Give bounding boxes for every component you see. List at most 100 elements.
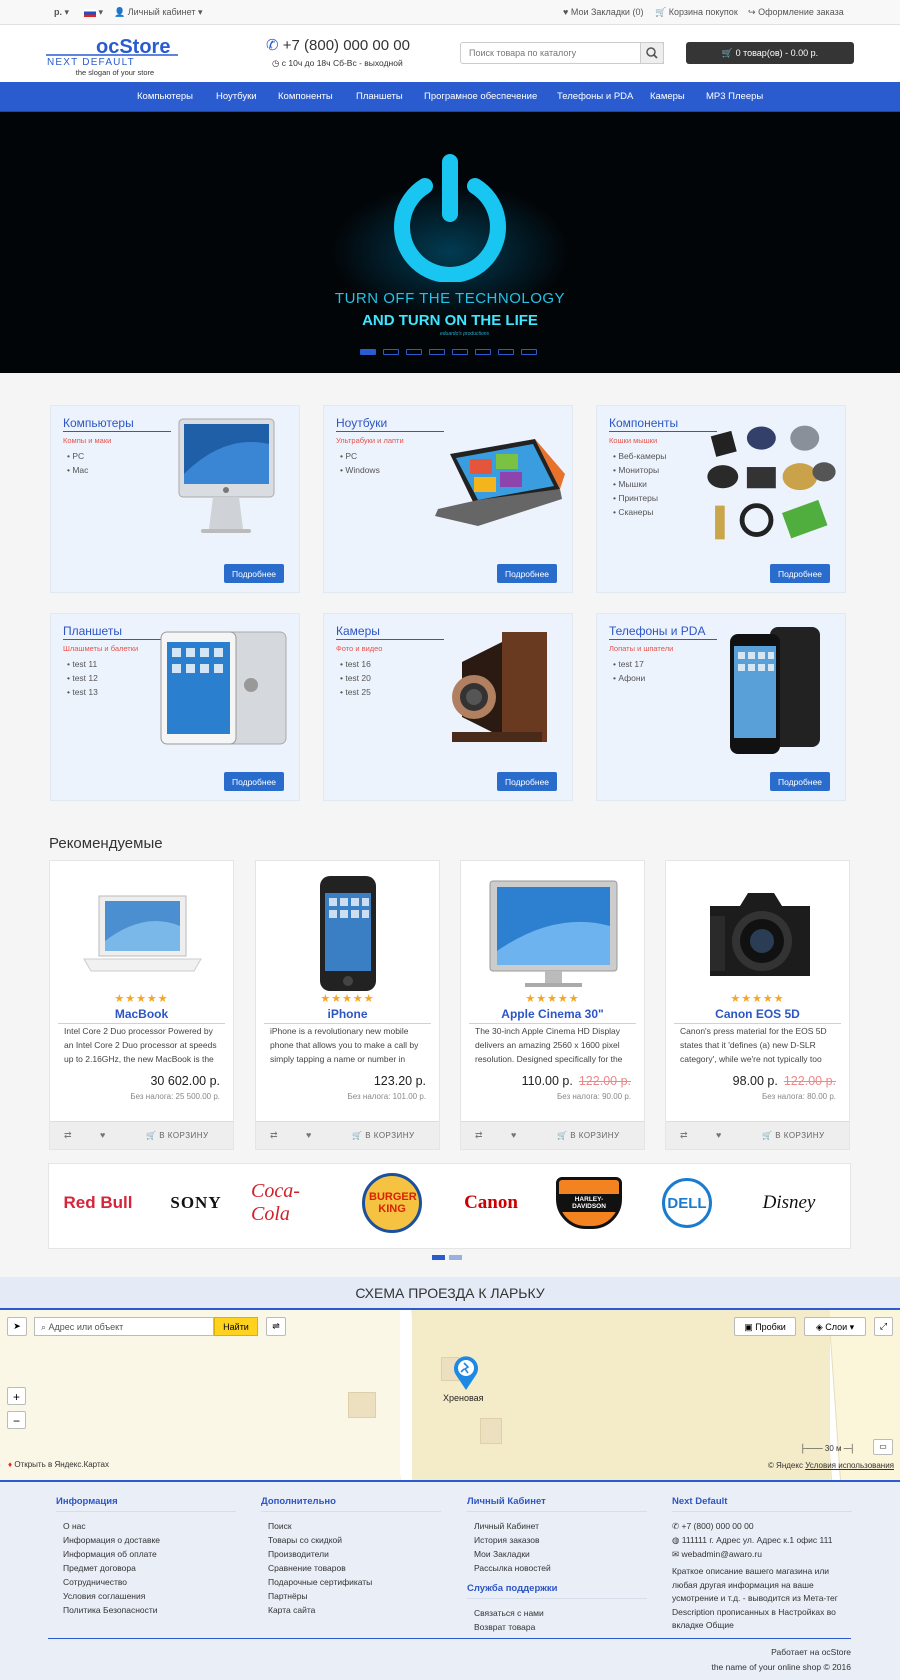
footer-link[interactable]: Политика Безопасности (56, 1603, 236, 1617)
category-title[interactable]: Компьютеры (63, 416, 171, 432)
footer-link[interactable]: Рассылка новостей (467, 1561, 647, 1575)
slider-dot[interactable] (452, 349, 468, 355)
nav-item-cameras[interactable]: Камеры (650, 91, 685, 102)
locate-button[interactable]: ➤ (7, 1317, 27, 1336)
product-name[interactable]: Apple Cinema 30" (469, 1007, 636, 1024)
map-pin-icon[interactable] (452, 1355, 480, 1391)
slider-dot[interactable] (475, 349, 491, 355)
footer-link[interactable]: Сотрудничество (56, 1575, 236, 1589)
footer-link[interactable]: Связаться с нами (467, 1606, 647, 1620)
cart-summary-button[interactable]: 🛒 0 товар(ов) - 0.00 р. (686, 42, 854, 64)
search-button[interactable] (640, 42, 664, 64)
category-link[interactable]: PC (340, 449, 380, 463)
more-button[interactable]: Подробнее (770, 564, 830, 583)
category-link[interactable]: Принтеры (613, 491, 666, 505)
map-terms-link[interactable]: Условия использования (805, 1461, 894, 1470)
map-search-input[interactable]: ⌕ Адрес или объект (34, 1317, 214, 1336)
heart-icon[interactable]: ♥ (511, 1130, 516, 1140)
wishlist-link[interactable]: ♥ Мои Закладки (0) (563, 7, 643, 17)
fullscreen-button[interactable]: ⤢ (874, 1317, 893, 1336)
category-link[interactable]: test 20 (340, 671, 371, 685)
zoom-in-button[interactable]: + (7, 1387, 26, 1405)
powered-by[interactable]: Работает на ocStore (771, 1647, 851, 1657)
footer-link[interactable]: Мои Закладки (467, 1547, 647, 1561)
nav-item-mp3[interactable]: MP3 Плееры (706, 91, 763, 102)
category-title[interactable]: Ноутбуки (336, 416, 444, 432)
product-name[interactable]: iPhone (264, 1007, 431, 1024)
brand-logo-canon[interactable]: Canon (448, 1184, 534, 1222)
footer-link[interactable]: Товары со скидкой (261, 1533, 441, 1547)
brand-logo-harley[interactable]: HARLEY-DAVIDSON (546, 1177, 632, 1229)
brand-logo-redbull[interactable]: Red Bull (55, 1184, 141, 1222)
slider-dot[interactable] (429, 349, 445, 355)
category-link[interactable]: test 16 (340, 657, 371, 671)
add-to-cart-button[interactable]: 🛒 В КОРЗИНУ (352, 1131, 415, 1140)
brand-logo-dell[interactable]: DELL (644, 1178, 730, 1228)
category-link[interactable]: PC (67, 449, 88, 463)
currency-selector[interactable]: р. ▾ (54, 7, 69, 18)
open-in-yandex-link[interactable]: ♦ Открыть в Яндекс.Картах (8, 1460, 109, 1469)
footer-link[interactable]: Возврат товара (467, 1620, 647, 1634)
footer-link[interactable]: Условия соглашения (56, 1589, 236, 1603)
footer-link[interactable]: Информация о доставке (56, 1533, 236, 1547)
traffic-button[interactable]: ▣ Пробки (734, 1317, 796, 1336)
nav-item-components[interactable]: Компоненты (278, 91, 333, 102)
category-link[interactable]: Мониторы (613, 463, 666, 477)
add-to-cart-button[interactable]: 🛒 В КОРЗИНУ (557, 1131, 620, 1140)
footer-link[interactable]: Предмет договора (56, 1561, 236, 1575)
footer-link[interactable]: Подарочные сертификаты (261, 1575, 441, 1589)
nav-item-tablets[interactable]: Планшеты (356, 91, 403, 102)
carousel-dot[interactable] (432, 1255, 445, 1260)
checkout-link[interactable]: ↪ Оформление заказа (748, 7, 844, 18)
more-button[interactable]: Подробнее (224, 564, 284, 583)
product-name[interactable]: MacBook (58, 1007, 225, 1024)
slider-dot[interactable] (406, 349, 422, 355)
add-to-cart-button[interactable]: 🛒 В КОРЗИНУ (762, 1131, 825, 1140)
category-link[interactable]: test 13 (67, 685, 98, 699)
slider-dot[interactable] (383, 349, 399, 355)
category-title[interactable]: Телефоны и PDA (609, 624, 717, 640)
category-title[interactable]: Камеры (336, 624, 444, 640)
hero-slider[interactable]: TURN OFF THE TECHNOLOGY AND TURN ON THE … (0, 112, 900, 373)
add-to-cart-button[interactable]: 🛒 В КОРЗИНУ (146, 1131, 209, 1140)
category-link[interactable]: Мышки (613, 477, 666, 491)
nav-item-software[interactable]: Програмное обеспечение (424, 91, 537, 102)
category-link[interactable]: test 11 (67, 657, 98, 671)
category-link[interactable]: Windows (340, 463, 379, 477)
category-link[interactable]: Афони (613, 671, 645, 685)
brand-logo-sony[interactable]: SONY (153, 1184, 239, 1222)
logo[interactable]: ocStore NEXT DEFAULT (44, 34, 180, 68)
yandex-map[interactable]: ➤ ⌕ Адрес или объект Найти ⇌ ▣ Пробки ◈ … (0, 1310, 900, 1480)
category-link[interactable]: test 17 (613, 657, 645, 671)
category-link[interactable]: Сканеры (613, 505, 666, 519)
compare-icon[interactable]: ⇄ (475, 1130, 483, 1141)
footer-link[interactable]: О нас (56, 1519, 236, 1533)
footer-link[interactable]: Партнёры (261, 1589, 441, 1603)
map-find-button[interactable]: Найти (214, 1317, 258, 1336)
footer-link[interactable]: Личный Кабинет (467, 1519, 647, 1533)
product-name[interactable]: Canon EOS 5D (674, 1007, 841, 1024)
compare-icon[interactable]: ⇄ (64, 1130, 72, 1141)
carousel-dot[interactable] (449, 1255, 462, 1260)
category-link[interactable]: test 12 (67, 671, 98, 685)
footer-link[interactable]: Сравнение товаров (261, 1561, 441, 1575)
slider-dot[interactable] (360, 349, 376, 355)
footer-email[interactable]: ✉ webadmin@awaro.ru (672, 1547, 852, 1561)
brand-logo-burgerking[interactable]: BURGER KING (349, 1173, 435, 1233)
compare-icon[interactable]: ⇄ (270, 1130, 278, 1141)
more-button[interactable]: Подробнее (224, 772, 284, 791)
search-input[interactable]: Поиск товара по каталогу (460, 42, 664, 64)
category-link[interactable]: Веб-камеры (613, 449, 666, 463)
category-title[interactable]: Планшеты (63, 624, 171, 640)
more-button[interactable]: Подробнее (497, 772, 557, 791)
nav-item-computers[interactable]: Компьютеры (137, 91, 193, 102)
footer-link[interactable]: Производители (261, 1547, 441, 1561)
phone-number[interactable]: ✆ +7 (800) 000 00 00 (266, 36, 410, 54)
route-button[interactable]: ⇌ (266, 1317, 286, 1336)
slider-dot[interactable] (498, 349, 514, 355)
zoom-out-button[interactable]: − (7, 1411, 26, 1429)
more-button[interactable]: Подробнее (497, 564, 557, 583)
slider-dot[interactable] (521, 349, 537, 355)
category-link[interactable]: test 25 (340, 685, 371, 699)
brand-logo-cocacola[interactable]: Coca-Cola (251, 1180, 337, 1225)
